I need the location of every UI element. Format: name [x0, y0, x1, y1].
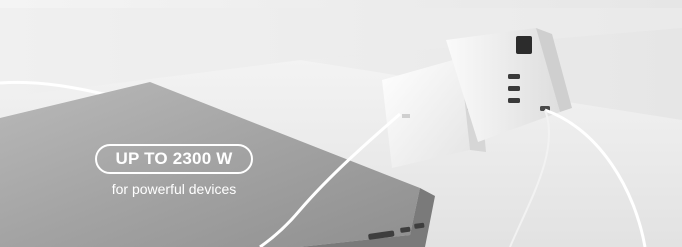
- product-banner: UP TO 2300 W for powerful devices: [0, 0, 682, 247]
- usb-port-3: [508, 98, 520, 103]
- power-headline-badge: UP TO 2300 W: [95, 144, 253, 174]
- usb-port-2: [508, 86, 520, 91]
- power-tagline: for powerful devices: [111, 181, 237, 197]
- travel-adapter-slider: [516, 36, 532, 54]
- power-adapter-cable-port: [402, 114, 410, 118]
- product-photo: [0, 0, 682, 247]
- usb-port-1: [508, 74, 520, 79]
